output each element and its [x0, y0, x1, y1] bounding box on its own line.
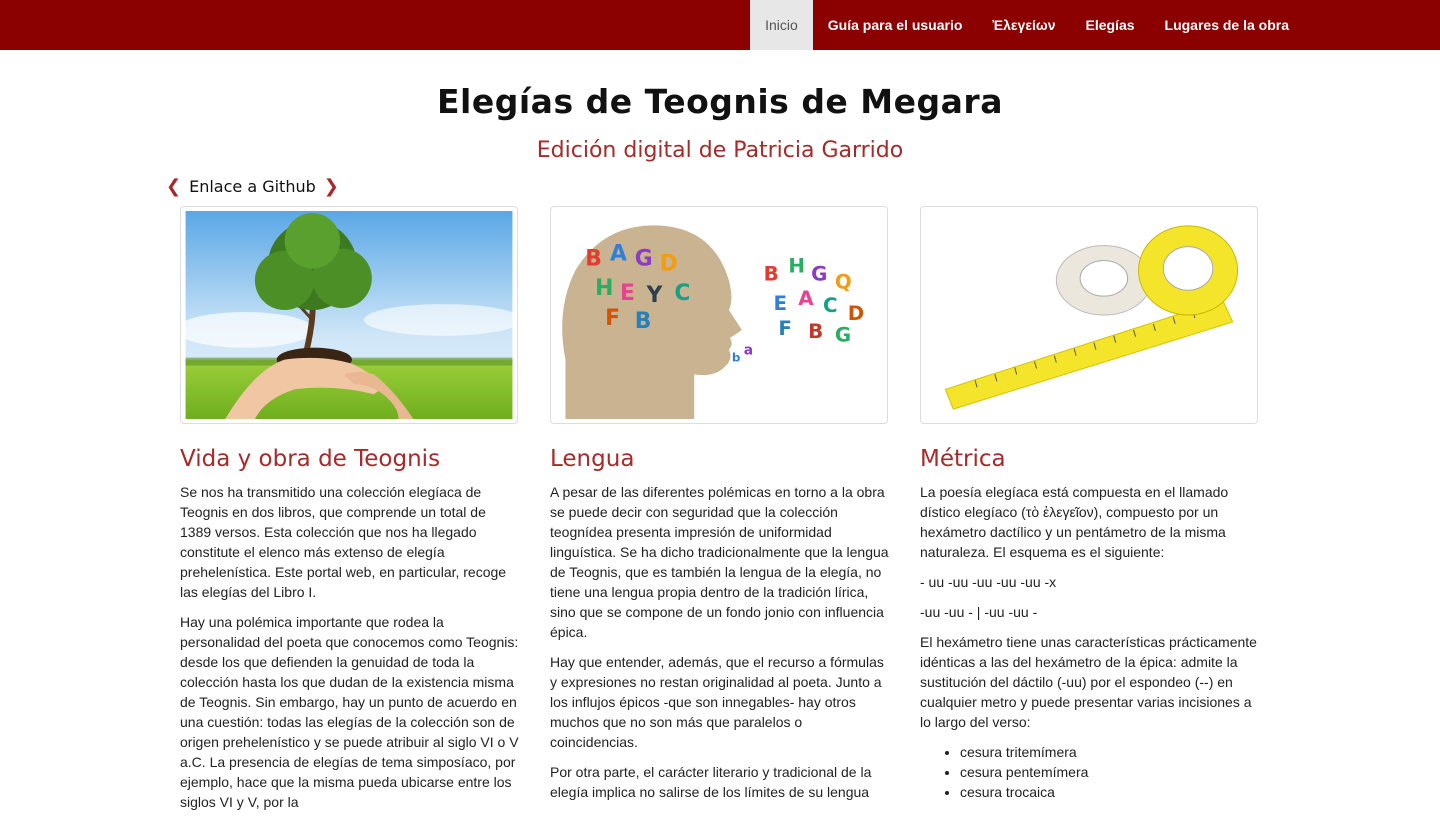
svg-text:A: A — [610, 242, 627, 267]
svg-text:Q: Q — [835, 270, 852, 293]
svg-text:E: E — [620, 281, 635, 306]
section-paragraph: Hay que entender, además, que el recurso… — [550, 654, 884, 750]
section-paragraph: A pesar de las diferentes polémicas en t… — [550, 484, 889, 640]
chevron-right-icon[interactable]: ❯ — [324, 176, 339, 197]
svg-text:Y: Y — [646, 283, 663, 308]
svg-text:D: D — [660, 251, 678, 276]
section-heading: Lengua — [550, 446, 635, 472]
list-item: cesura trocaica — [960, 782, 1260, 802]
section-paragraph: La poesía elegíaca está compuesta en el … — [920, 484, 1229, 560]
tree-illustration — [185, 211, 513, 419]
page-subtitle: Edición digital de Patricia Garrido — [536, 138, 904, 163]
tape-illustration — [925, 211, 1253, 419]
measuring-tape-image — [920, 206, 1258, 424]
svg-text:B: B — [764, 262, 779, 285]
svg-text:G: G — [635, 246, 653, 271]
svg-text:B: B — [585, 246, 602, 271]
svg-text:C: C — [823, 294, 838, 317]
svg-text:A: A — [798, 287, 814, 310]
section-paragraph: Por otra parte, el carácter literario y … — [550, 764, 872, 800]
meter-scheme-hexameter: - uu -uu -uu -uu -uu -x — [920, 574, 1057, 590]
section-metrica: Métrica La poesía elegíaca está compuest… — [920, 206, 1260, 802]
section-paragraph: Se nos ha transmitido una colección eleg… — [180, 484, 507, 600]
svg-text:H: H — [788, 254, 805, 277]
section-paragraph: El hexámetro tiene unas características … — [920, 634, 1257, 730]
svg-text:C: C — [674, 281, 690, 306]
svg-text:G: G — [835, 324, 851, 347]
head-letters-illustration: B A G D H E Y C F B B H G Q E A C D F B … — [555, 211, 883, 419]
github-link-row: ❮ Enlace a Github ❯ — [166, 174, 339, 198]
nav-item-lugares[interactable]: Lugares de la obra — [1150, 0, 1304, 50]
tree-in-hands-image — [180, 206, 518, 424]
nav-item-elegeion[interactable]: Ἐλεγείων — [977, 0, 1070, 50]
svg-text:D: D — [848, 302, 864, 325]
nav-item-inicio[interactable]: Inicio — [750, 0, 813, 50]
top-navbar: Inicio Guía para el usuario Ἐλεγείων Ele… — [0, 0, 1440, 50]
meter-scheme-pentameter: -uu -uu - | -uu -uu - — [920, 604, 1038, 620]
section-vida-obra: Vida y obra de Teognis Se nos ha transmi… — [180, 206, 520, 822]
svg-text:F: F — [778, 317, 792, 340]
svg-text:G: G — [811, 262, 827, 285]
svg-text:F: F — [605, 306, 620, 331]
section-lengua: B A G D H E Y C F B B H G Q E A C D F B … — [550, 206, 890, 812]
list-item: cesura tritemímera — [960, 742, 1260, 762]
github-link[interactable]: Enlace a Github — [189, 177, 316, 196]
list-item: cesura pentemímera — [960, 762, 1260, 782]
section-heading: Métrica — [920, 446, 1006, 472]
nav-item-elegias[interactable]: Elegías — [1070, 0, 1149, 50]
svg-text:a: a — [744, 343, 753, 359]
nav-item-guia[interactable]: Guía para el usuario — [813, 0, 978, 50]
chevron-left-icon[interactable]: ❮ — [166, 176, 181, 197]
svg-text:b: b — [732, 351, 741, 365]
svg-text:B: B — [635, 309, 652, 334]
nav-menu: Inicio Guía para el usuario Ἐλεγείων Ele… — [750, 0, 1304, 50]
section-heading: Vida y obra de Teognis — [180, 446, 441, 472]
svg-text:E: E — [773, 292, 787, 315]
speaking-head-image: B A G D H E Y C F B B H G Q E A C D F B … — [550, 206, 888, 424]
svg-text:H: H — [595, 276, 613, 301]
page-title: Elegías de Teognis de Megara — [437, 82, 1003, 121]
caesura-list: cesura tritemímera cesura pentemímera ce… — [920, 742, 1260, 802]
section-paragraph: Hay una polémica importante que rodea la… — [180, 614, 519, 810]
svg-text:B: B — [808, 320, 823, 343]
